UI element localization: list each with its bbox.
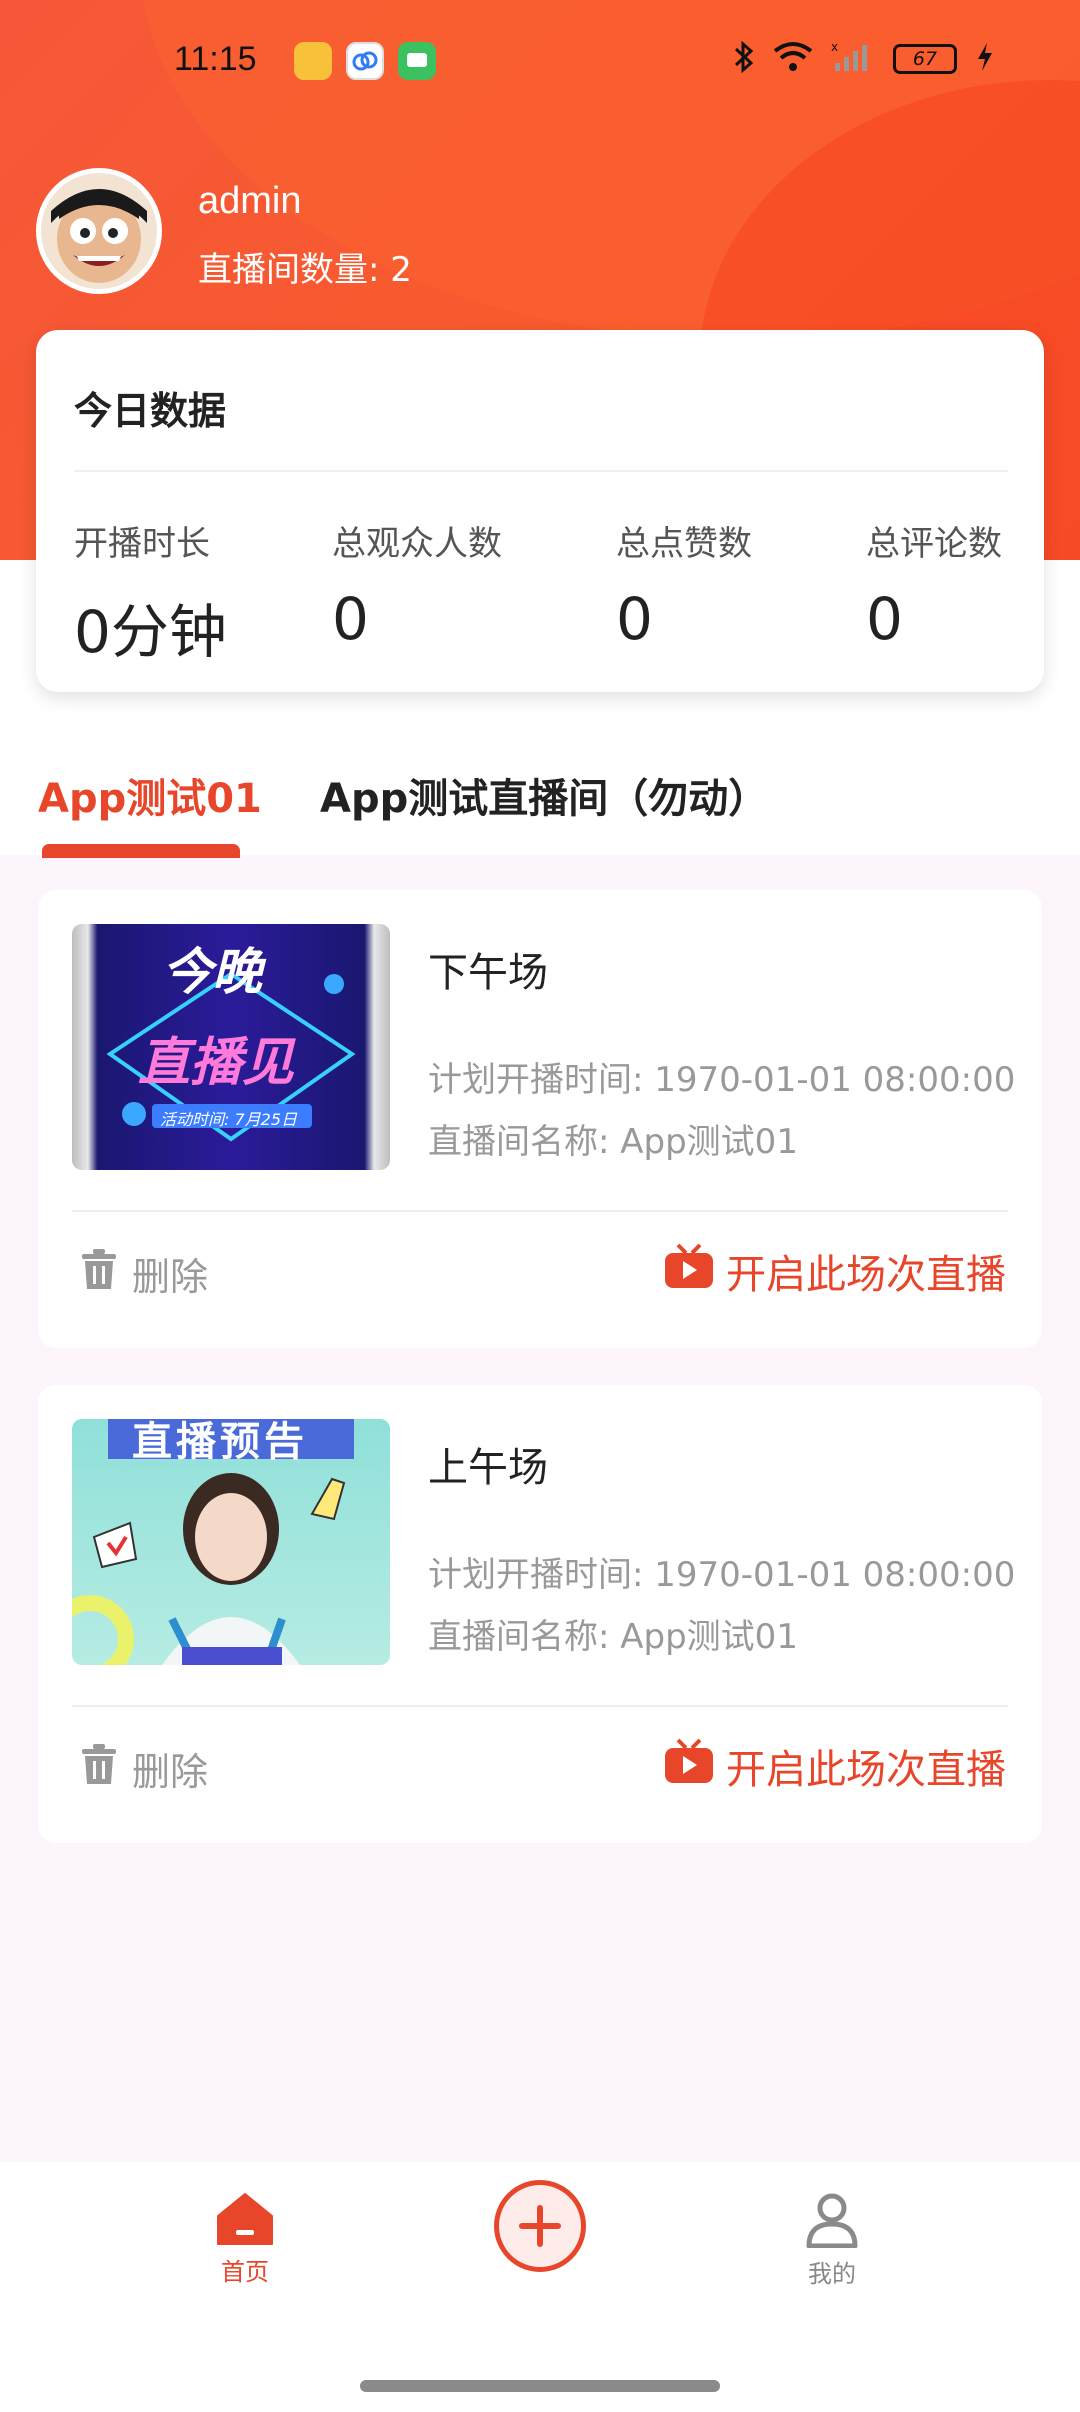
today-stats-card: 今日数据 开播时长 0分钟 总观众人数 0 总点赞数 0 总评论数 0 <box>36 330 1044 692</box>
plus-icon <box>499 2205 581 2271</box>
session-thumbnail[interactable]: 今晚 直播见 活动时间: 7月25日 <box>72 924 390 1170</box>
delete-button[interactable]: 删除 <box>80 1246 208 1301</box>
stat-duration: 开播时长 0分钟 <box>74 516 227 669</box>
stat-value: 0 <box>616 585 653 653</box>
stats-divider <box>74 470 1008 472</box>
stat-label: 总评论数 <box>866 524 1002 564</box>
messages-app-icon <box>398 42 436 80</box>
bluetooth-icon <box>733 40 755 78</box>
delete-button[interactable]: 删除 <box>80 1741 208 1796</box>
stat-label: 开播时长 <box>74 524 210 564</box>
trash-icon <box>80 1248 118 1299</box>
delete-label: 删除 <box>132 1255 209 1299</box>
tv-icon <box>664 1243 714 1299</box>
status-time: 11:15 <box>174 40 257 78</box>
session-thumbnail[interactable]: 直播预告 <box>72 1419 390 1665</box>
start-live-label: 开启此场次直播 <box>726 1747 1006 1793</box>
thumb-text: 今晚 <box>162 943 262 1001</box>
home-indicator <box>360 2380 720 2392</box>
status-bar: 11:15 x 67 <box>0 30 1080 94</box>
trash-icon <box>80 1743 118 1794</box>
svg-text:x: x <box>831 41 838 54</box>
room-tabs: App测试01 App测试直播间（勿动） <box>0 740 1080 858</box>
room-count: 直播间数量: 2 <box>198 250 412 290</box>
start-live-label: 开启此场次直播 <box>726 1252 1006 1298</box>
room-name: 直播间名称: App测试01 <box>428 1122 798 1162</box>
notes-app-icon <box>294 42 332 80</box>
thumb-text: 直播预告 <box>132 1419 308 1465</box>
tab-app-test-room[interactable]: App测试直播间（勿动） <box>320 766 768 824</box>
start-live-button[interactable]: 开启此场次直播 <box>664 1242 1006 1300</box>
add-session-button[interactable] <box>494 2180 586 2272</box>
cloud-app-icon <box>346 42 384 80</box>
nav-home-label: 首页 <box>221 2258 269 2286</box>
thumb-text: 活动时间: 7月25日 <box>160 1110 298 1129</box>
battery-indicator: 67 <box>893 44 957 74</box>
charging-icon <box>975 41 995 77</box>
stats-title: 今日数据 <box>74 389 227 433</box>
stat-value: 0分钟 <box>74 598 227 666</box>
delete-label: 删除 <box>132 1750 209 1794</box>
card-divider <box>72 1210 1008 1212</box>
home-icon <box>216 2193 274 2252</box>
session-card: 直播预告 上午场 计划开播时间: 1970-01-01 08:00:00 直播间… <box>38 1385 1042 1843</box>
bottom-navigation: 首页 我的 <box>0 2162 1080 2412</box>
stat-label: 总点赞数 <box>616 524 752 564</box>
nav-mine[interactable]: 我的 <box>787 2192 877 2289</box>
planned-time: 计划开播时间: 1970-01-01 08:00:00 <box>428 1060 1016 1100</box>
session-title: 下午场 <box>428 950 548 996</box>
stat-value: 0 <box>332 585 369 653</box>
active-tab-indicator <box>42 844 240 858</box>
session-card: 今晚 直播见 活动时间: 7月25日 下午场 计划开播时间: 1970-01-0… <box>38 890 1042 1348</box>
card-divider <box>72 1705 1008 1707</box>
stat-viewers: 总观众人数 0 <box>332 516 502 653</box>
stat-likes: 总点赞数 0 <box>616 516 752 653</box>
tab-app-test-01[interactable]: App测试01 <box>38 766 262 824</box>
username: admin <box>198 180 302 222</box>
user-icon <box>805 2193 859 2254</box>
stat-comments: 总评论数 0 <box>866 516 1002 653</box>
start-live-button[interactable]: 开启此场次直播 <box>664 1737 1006 1795</box>
stat-label: 总观众人数 <box>332 524 502 564</box>
nav-mine-label: 我的 <box>808 2260 856 2288</box>
signal-icon: x <box>831 40 875 77</box>
session-title: 上午场 <box>428 1445 548 1491</box>
avatar[interactable] <box>36 168 162 294</box>
planned-time: 计划开播时间: 1970-01-01 08:00:00 <box>428 1555 1016 1595</box>
wifi-icon <box>773 41 813 77</box>
room-name: 直播间名称: App测试01 <box>428 1617 798 1657</box>
thumb-text: 直播见 <box>138 1033 295 1093</box>
nav-home[interactable]: 首页 <box>200 2192 290 2287</box>
tv-icon <box>664 1738 714 1794</box>
stat-value: 0 <box>866 585 903 653</box>
